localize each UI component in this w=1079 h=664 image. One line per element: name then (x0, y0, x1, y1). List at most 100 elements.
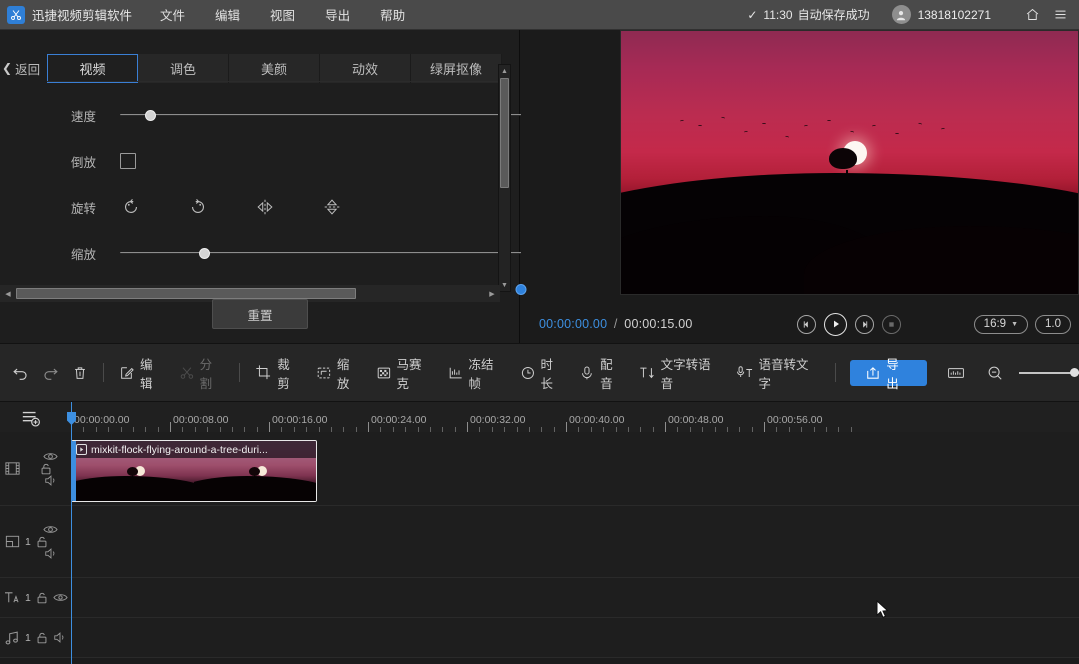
flip-vertical-icon[interactable] (321, 196, 343, 218)
track-text-lock-icon[interactable] (35, 591, 49, 605)
play-button[interactable] (824, 313, 847, 336)
timeline-zoom-slider[interactable] (1019, 367, 1079, 379)
track-overlay-speaker-icon[interactable] (44, 547, 58, 560)
menu-view[interactable]: 视图 (270, 5, 295, 24)
timecode-display: 00:00:00.00 / 00:00:15.00 (539, 317, 693, 331)
dubbing-button[interactable]: 配音 (572, 358, 632, 388)
home-icon[interactable] (1021, 4, 1043, 26)
rotate-right-icon[interactable] (187, 196, 209, 218)
total-time: 00:00:15.00 (624, 317, 692, 331)
property-speed: 速度 (0, 92, 500, 138)
scale-button[interactable]: 缩放 (309, 358, 369, 388)
account-phone[interactable]: 13818102271 (918, 8, 991, 22)
flip-horizontal-icon[interactable] (254, 196, 276, 218)
reverse-checkbox[interactable] (120, 153, 136, 169)
back-label: 返回 (15, 59, 40, 78)
scale-label: 缩放 (337, 354, 362, 392)
tab-effects-label: 动效 (352, 59, 378, 78)
clip-left-handle[interactable] (72, 441, 76, 501)
panel-vertical-scrollbar[interactable]: ▲ ▼ (498, 64, 511, 292)
mosaic-button[interactable]: 马赛克 (369, 358, 441, 388)
trash-icon[interactable] (65, 358, 95, 388)
scroll-up-arrow-icon[interactable]: ▲ (498, 65, 511, 77)
track-overlay[interactable]: 1 (0, 506, 1079, 578)
scale-label: 缩放 (0, 244, 108, 263)
panel-splitter-handle[interactable] (516, 284, 527, 295)
stop-button[interactable] (882, 315, 901, 334)
property-reverse: 倒放 (0, 138, 500, 184)
timeline-playhead[interactable] (71, 402, 72, 664)
edit-button[interactable]: 编辑 (112, 358, 172, 388)
speed-slider-knob[interactable] (145, 110, 156, 121)
text-to-speech-button[interactable]: 文字转语音 (632, 358, 730, 388)
track-text[interactable]: 1 (0, 578, 1079, 618)
preview-zoom-value[interactable]: 1.0 (1035, 315, 1071, 334)
undo-icon[interactable] (6, 358, 36, 388)
speed-slider[interactable] (120, 108, 434, 122)
scale-slider[interactable] (120, 246, 434, 260)
ruler-major-tick (566, 422, 567, 432)
redo-icon[interactable] (36, 358, 66, 388)
menu-export[interactable]: 导出 (325, 5, 350, 24)
rotate-left-icon[interactable] (120, 196, 142, 218)
tab-greenscreen[interactable]: 绿屏抠像 (411, 54, 502, 83)
ruler-label: 00:00:00.00 (74, 414, 129, 426)
horizontal-scroll-thumb[interactable] (16, 288, 356, 299)
ruler-major-tick (368, 422, 369, 432)
tab-beauty[interactable]: 美颜 (229, 54, 320, 83)
speech-to-text-button[interactable]: 语音转文字 (730, 358, 828, 388)
ruler-major-tick (269, 422, 270, 432)
crop-button[interactable]: 裁剪 (248, 358, 309, 388)
preview-bird (827, 120, 831, 122)
prev-frame-button[interactable] (797, 315, 816, 334)
add-track-icon[interactable] (18, 407, 44, 429)
scale-slider-knob[interactable] (199, 248, 210, 259)
timeline-clip[interactable]: mixkit-flock-flying-around-a-tree-duri..… (71, 440, 317, 502)
fit-timeline-icon[interactable] (941, 358, 971, 388)
export-label: 导出 (886, 354, 911, 392)
duration-button[interactable]: 时长 (513, 358, 573, 388)
tab-beauty-label: 美颜 (261, 59, 287, 78)
chevron-left-icon: ❮ (2, 61, 12, 75)
tab-effects[interactable]: 动效 (320, 54, 411, 83)
ruler-label: 00:00:16.00 (272, 414, 327, 426)
menu-file[interactable]: 文件 (160, 5, 185, 24)
reset-button[interactable]: 重置 (212, 299, 308, 329)
export-button[interactable]: 导出 (850, 360, 927, 386)
toolbar-divider-3 (835, 363, 836, 382)
track-video[interactable]: mixkit-flock-flying-around-a-tree-duri..… (0, 432, 1079, 506)
tab-color[interactable]: 调色 (138, 54, 229, 83)
next-frame-button[interactable] (855, 315, 874, 334)
track-audio-speaker-icon[interactable] (53, 631, 67, 644)
track-text-eye-icon[interactable] (53, 592, 68, 603)
editor-toolbar: 编辑 分割 裁剪 缩放 马赛克 冻结帧 时长 配音 (0, 343, 1079, 402)
freeze-frame-button[interactable]: 冻结帧 (441, 358, 513, 388)
track-video-speaker-icon[interactable] (44, 474, 58, 487)
tab-video[interactable]: 视频 (47, 54, 138, 83)
timeline-ruler[interactable]: 00:00:00.0000:00:08.0000:00:16.0000:00:2… (60, 402, 1079, 432)
vertical-scroll-thumb[interactable] (500, 78, 509, 188)
rotate-buttons (120, 196, 388, 218)
ruler-label: 00:00:56.00 (767, 414, 822, 426)
menu-edit[interactable]: 编辑 (215, 5, 240, 24)
back-button[interactable]: ❮ 返回 (0, 53, 47, 83)
preview-bird (762, 123, 766, 125)
video-preview[interactable] (620, 30, 1079, 295)
crop-label: 裁剪 (277, 354, 302, 392)
toolbar-divider-1 (103, 363, 104, 382)
aspect-ratio-dropdown[interactable]: 16:9 ▼ (974, 315, 1028, 334)
track-overlay-eye-icon[interactable] (43, 524, 58, 535)
track-audio-lock-icon[interactable] (35, 631, 49, 645)
hamburger-menu-icon[interactable] (1049, 4, 1071, 26)
app-window: 迅捷视频剪辑软件 文件 编辑 视图 导出 帮助 ✓ 11:30 自动保存成功 1… (0, 0, 1079, 664)
zoom-out-icon[interactable] (980, 358, 1010, 388)
track-video-eye-icon[interactable] (43, 451, 58, 462)
track-text-number: 1 (25, 592, 31, 604)
menu-help[interactable]: 帮助 (380, 5, 405, 24)
user-avatar-icon[interactable] (892, 5, 911, 24)
ruler-major-tick (170, 422, 171, 432)
music-note-icon (4, 630, 21, 646)
track-audio[interactable]: 1 (0, 618, 1079, 658)
timeline-zoom-knob[interactable] (1070, 368, 1079, 377)
split-button[interactable]: 分割 (172, 358, 232, 388)
